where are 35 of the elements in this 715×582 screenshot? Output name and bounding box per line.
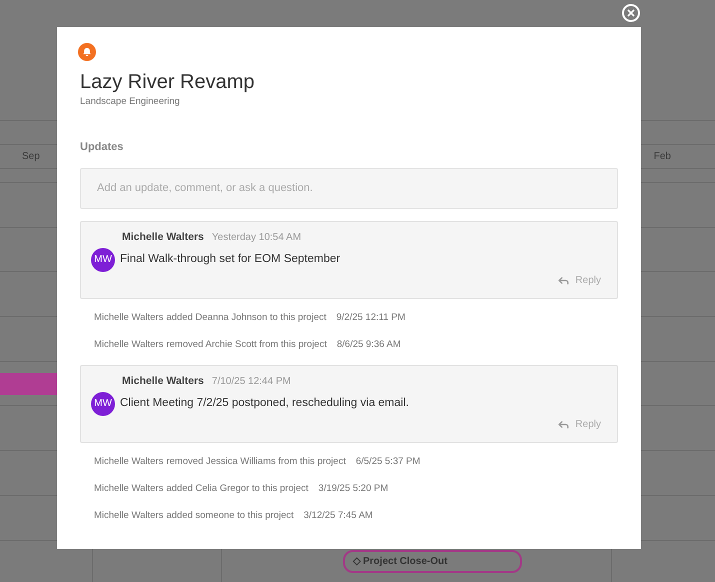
reply-button[interactable]: Reply	[557, 416, 601, 432]
activity-text: added Deanna Johnson to this project	[166, 310, 326, 324]
close-icon[interactable]	[622, 4, 640, 22]
update-input-field[interactable]: Add an update, comment, or ask a question.	[80, 168, 618, 209]
activity-actor: Michelle Walters	[94, 454, 164, 469]
comment-text: Final Walk-through set for EOM September	[120, 252, 340, 267]
avatar: MW	[91, 392, 115, 416]
activity-actor: Michelle Walters	[94, 482, 164, 496]
avatar: MW	[91, 248, 115, 272]
activity-text: removed Jessica Williams from this project	[166, 454, 346, 469]
comment-text: Client Meeting 7/2/25 postponed, rescheduling via email.	[120, 396, 409, 412]
milestone-label: Project Close-Out	[363, 555, 448, 569]
comment-time: 7/10/25 12:44 PM	[212, 375, 291, 389]
reply-button[interactable]: Reply	[557, 272, 601, 288]
activity-time: 3/12/25 7:45 AM	[304, 509, 373, 524]
activity-time: 3/19/25 5:20 PM	[318, 482, 388, 496]
activity-time: 6/5/25 5:37 PM	[356, 454, 420, 469]
comment-time: Yesterday 10:54 AM	[212, 230, 302, 245]
activity-text: removed Archie Scott from this project	[166, 338, 327, 352]
author-name: Michelle Walters	[122, 374, 204, 389]
month-label: Feb	[654, 150, 671, 164]
modal-subtitle: Landscape Engineering	[80, 95, 181, 109]
section-label: Updates	[80, 140, 124, 156]
month-label: Sep	[22, 150, 40, 164]
milestone-symbol: ◇	[353, 555, 361, 569]
activity-text: added Celia Gregor to this project	[166, 482, 308, 496]
activity-actor: Michelle Walters	[94, 310, 164, 324]
bell-icon	[78, 43, 96, 61]
activity-time: 9/2/25 12:11 PM	[336, 310, 406, 324]
author-name: Michelle Walters	[122, 230, 204, 245]
activity-time: 8/6/25 9:36 AM	[336, 338, 401, 352]
activity-actor: Michelle Walters	[94, 509, 164, 524]
activity-text: added someone to this project	[166, 509, 294, 524]
activity-actor: Michelle Walters	[94, 338, 164, 352]
modal-title: Lazy River Revamp	[80, 70, 256, 95]
